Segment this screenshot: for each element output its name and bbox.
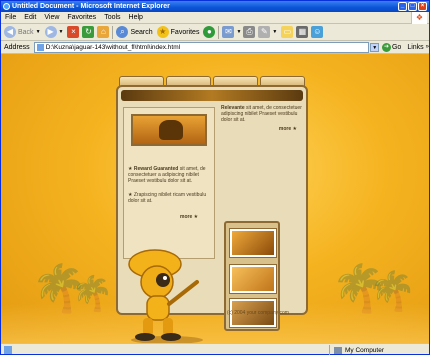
left-column: ★ Reward Guaranted sit amet, de consecte… [123,107,215,259]
search-button[interactable]: ⌕ Search [116,25,153,40]
media-icon[interactable]: ● [203,26,216,38]
gallery-thumb[interactable] [230,229,276,257]
print-icon[interactable]: ⎙ [243,26,256,38]
star-icon: ★ [193,214,199,220]
home-icon[interactable]: ⌂ [97,26,110,38]
messenger-icon[interactable]: ☺ [311,26,324,38]
close-button[interactable]: × [418,2,427,11]
computer-icon [334,346,342,354]
window-title: Untitled Document - Microsoft Internet E… [12,3,170,10]
address-label: Address [4,43,30,51]
menu-file[interactable]: File [5,14,16,21]
forward-dropdown-icon[interactable]: ▼ [59,29,64,35]
mail-dropdown-icon[interactable]: ▼ [236,29,241,35]
menu-help[interactable]: Help [129,14,143,21]
forward-arrow-icon: ▶ [44,26,57,38]
right-more-link[interactable]: more ★ [221,126,303,132]
title-bar: Untitled Document - Microsoft Internet E… [1,1,429,12]
mail-icon[interactable]: ✉ [222,26,235,38]
favorites-label: Favorites [170,28,200,36]
go-button[interactable]: ➜ Go [381,42,402,52]
refresh-icon[interactable]: ↻ [82,26,95,38]
menu-view[interactable]: View [44,14,59,21]
toolbar: ◀ Back ▼ ▶ ▼ × ↻ ⌂ ⌕ Search ★ Favorites … [1,24,429,41]
address-input[interactable]: D:\Kuzna\jaguar-143\without_fl\html\inde… [33,41,370,53]
forward-button[interactable]: ▶ ▼ [44,25,64,40]
page-content: 🌴 🌴 🌴 🌴 ★ Reward Guaranted sit amet, de … [1,54,429,343]
zone-label: My Computer [345,346,385,354]
menu-edit[interactable]: Edit [24,14,36,21]
left-more-link[interactable]: more ★ [180,214,198,220]
go-label: Go [391,43,402,51]
star-icon: ★ [292,126,297,132]
favorites-star-icon: ★ [156,26,169,38]
back-arrow-icon: ◀ [4,26,16,38]
address-bar: Address D:\Kuzna\jaguar-143\without_fl\h… [1,41,429,54]
left-item-1: ★ Reward Guaranted sit amet, de consecte… [128,166,206,184]
address-dropdown-icon[interactable]: ▼ [370,42,379,52]
browser-window: Untitled Document - Microsoft Internet E… [0,0,430,355]
edit-icon[interactable]: ✎ [258,26,271,38]
maximize-button[interactable]: □ [408,2,417,11]
edit-dropdown-icon[interactable]: ▼ [272,29,277,35]
search-icon: ⌕ [116,26,129,38]
back-button[interactable]: ◀ Back ▼ [4,25,41,40]
gallery-thumb[interactable] [230,265,276,293]
menu-bar: File Edit View Favorites Tools Help [1,12,429,24]
copyright-text: (c) 2004 your company com [227,310,289,316]
status-bar: My Computer [1,343,429,355]
menu-favorites[interactable]: Favorites [67,14,96,21]
favorites-button[interactable]: ★ Favorites [156,25,200,40]
right-column-text: Relevante sit amet, de consectetuer adip… [221,105,303,132]
menu-tools[interactable]: Tools [104,14,120,21]
panel-header [121,90,303,101]
links-chevron-icon[interactable]: » [426,44,429,50]
security-zone: My Computer [329,345,389,355]
search-label: Search [130,28,153,36]
discuss-icon[interactable]: ▭ [281,26,294,38]
stop-icon[interactable]: × [67,26,80,38]
cartoon-character [128,249,203,343]
research-icon[interactable]: ▦ [296,26,309,38]
feature-image [131,114,207,146]
page-icon [36,43,44,51]
page-status-icon [4,345,12,354]
back-dropdown-icon[interactable]: ▼ [36,29,41,35]
address-value: D:\Kuzna\jaguar-143\without_fl\html\inde… [45,43,181,51]
back-label: Back [18,28,34,36]
go-arrow-icon: ➜ [381,42,391,52]
internet-explorer-icon [3,3,10,10]
left-item-2: ★ Zrapiscing nibilet ricam vestibulu dol… [128,192,207,204]
minimize-button[interactable]: _ [398,2,407,11]
links-button[interactable]: Links [407,44,423,51]
windows-logo-icon: ❖ [411,12,427,24]
